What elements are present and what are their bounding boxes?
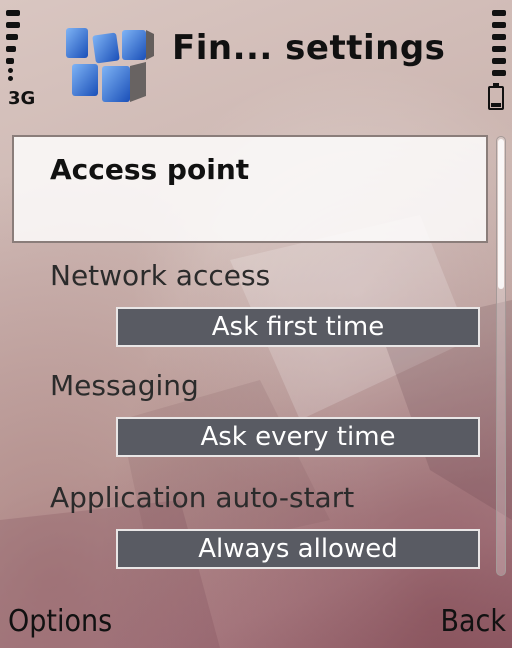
network-access-label: Network access — [50, 259, 271, 292]
messaging-value[interactable]: Ask every time — [116, 417, 480, 457]
auto-start-label: Application auto-start — [50, 481, 355, 514]
auto-start-value[interactable]: Always allowed — [116, 529, 480, 569]
messaging-label: Messaging — [50, 369, 199, 402]
signal-strength-icon — [6, 10, 34, 90]
scrollbar-thumb[interactable] — [498, 139, 504, 289]
page-title: Fin... settings — [172, 28, 446, 68]
network-access-value[interactable]: Ask first time — [116, 307, 480, 347]
scrollbar[interactable] — [496, 136, 506, 576]
back-softkey[interactable]: Back — [440, 604, 506, 639]
list-item-access-point[interactable]: Access point — [12, 135, 488, 243]
battery-icon — [488, 83, 504, 110]
app-settings-icon — [66, 28, 154, 102]
options-softkey[interactable]: Options — [8, 604, 112, 639]
network-type-label: 3G — [8, 88, 36, 109]
access-point-label: Access point — [50, 153, 250, 186]
battery-level-icon — [478, 10, 506, 90]
